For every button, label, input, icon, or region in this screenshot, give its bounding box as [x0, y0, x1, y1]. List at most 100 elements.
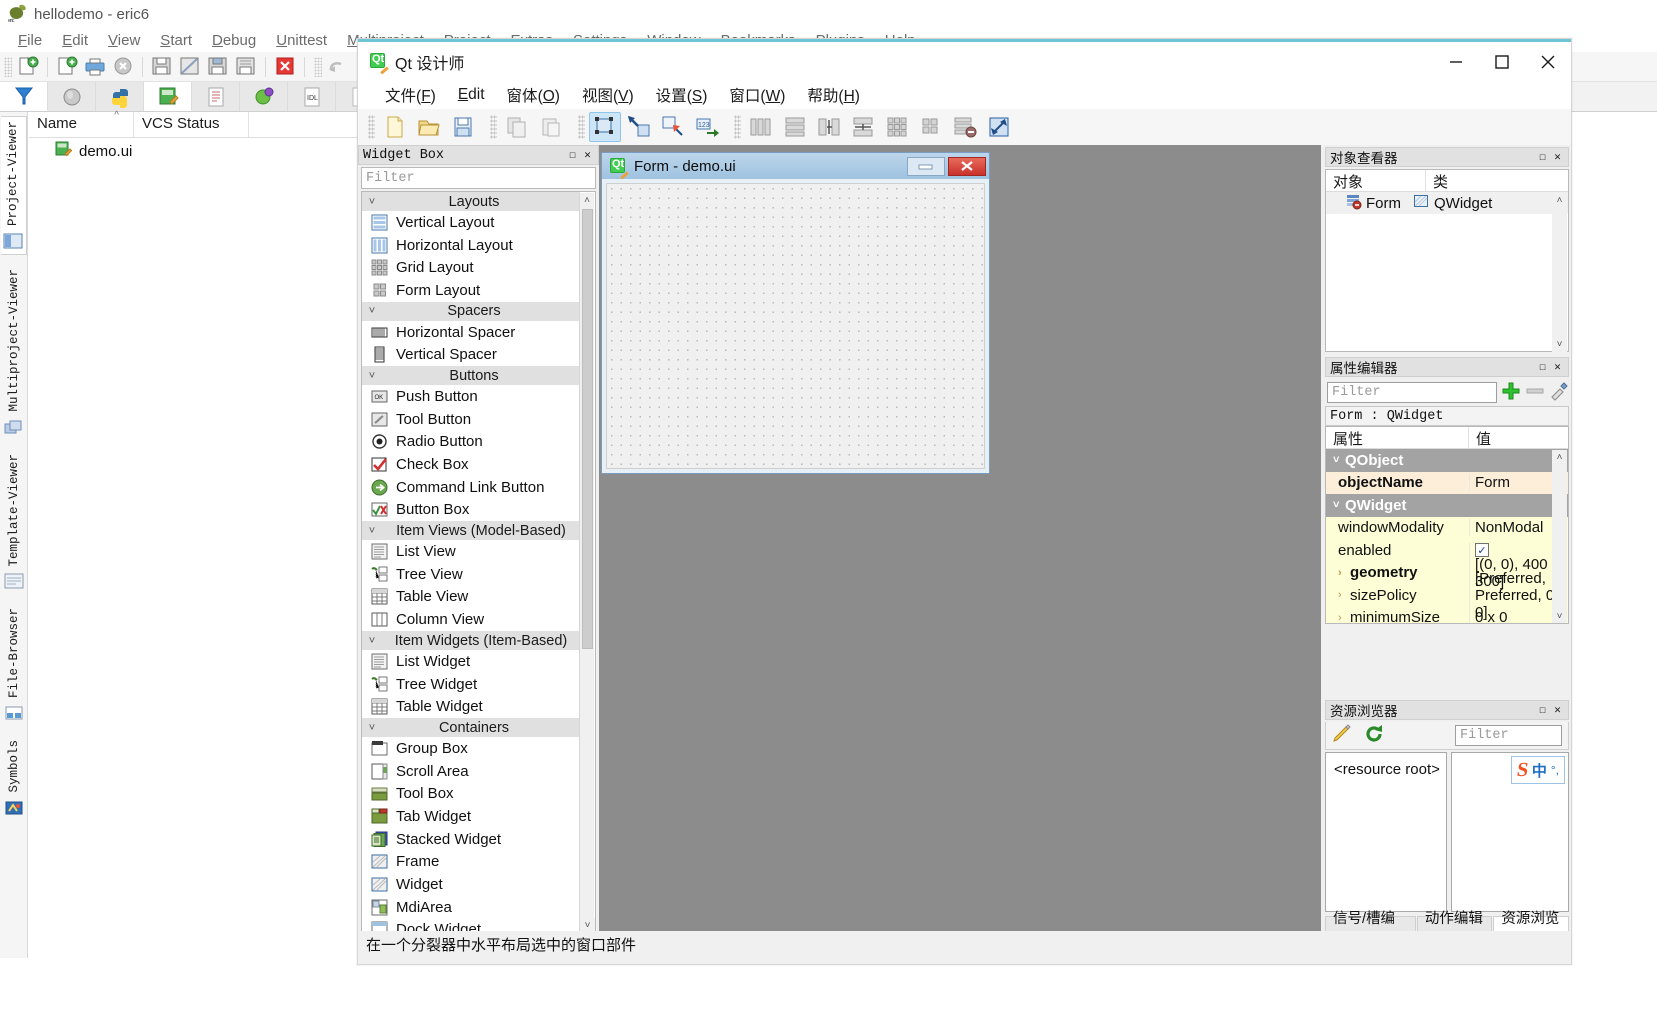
qt-designer-toolbar[interactable]: 123	[358, 109, 1571, 145]
column-header-value[interactable]: 值	[1469, 427, 1498, 448]
property-editor-table[interactable]: 属性 值 ˅QObject objectName Form ˅QWidget	[1325, 426, 1569, 624]
tab-idl-icon[interactable]: IDL	[288, 82, 336, 111]
widget-item-mdi-area[interactable]: MdiArea	[362, 896, 580, 919]
property-group-qobject[interactable]: ˅ QObject	[1326, 449, 1568, 472]
widget-group-layouts[interactable]: ˅ Layouts	[362, 192, 580, 211]
float-button[interactable]: ☐	[1536, 151, 1549, 164]
save-all-icon[interactable]	[205, 55, 231, 79]
tab-text-icon[interactable]	[192, 82, 240, 111]
layout-horizontally-icon[interactable]	[745, 112, 777, 142]
edit-buddies-icon[interactable]	[657, 112, 689, 142]
widget-item-radio-button[interactable]: Radio Button	[362, 431, 580, 454]
widget-item-button-box[interactable]: Button Box	[362, 499, 580, 522]
object-inspector-tree[interactable]: 对象 类 Form QWidget ˄ ˅	[1325, 169, 1569, 352]
close-icon[interactable]	[110, 55, 136, 79]
widget-item-frame[interactable]: Frame	[362, 851, 580, 874]
menu-file[interactable]: File	[8, 32, 52, 49]
widget-item-list-widget[interactable]: List Widget	[362, 650, 580, 673]
adjust-size-icon[interactable]	[983, 112, 1015, 142]
scroll-up-arrow-icon[interactable]: ˄	[580, 193, 594, 208]
widget-item-tab-widget[interactable]: Tab Widget	[362, 805, 580, 828]
object-inspector-scrollbar[interactable]: ˄ ˅	[1552, 193, 1567, 352]
form-minimize-button[interactable]	[907, 156, 945, 176]
widget-item-scroll-area[interactable]: Scroll Area	[362, 760, 580, 783]
layout-grid-icon[interactable]	[881, 112, 913, 142]
toolbar-grip[interactable]	[4, 56, 12, 77]
edit-resources-icon[interactable]	[1332, 723, 1352, 748]
menu-unittest[interactable]: Unittest	[266, 32, 337, 49]
tab-forms-icon[interactable]	[144, 82, 192, 111]
sidebar-item-template-viewer[interactable]: Template-Viewer	[0, 449, 27, 595]
widget-item-group-box[interactable]: Group Box	[362, 737, 580, 760]
ime-punctuation-label[interactable]: °,	[1551, 763, 1559, 777]
scroll-up-arrow-icon[interactable]: ˄	[1552, 193, 1567, 208]
qt-menu-settings[interactable]: 设置(S)	[645, 82, 719, 108]
widget-item-vertical-layout[interactable]: Vertical Layout	[362, 211, 580, 234]
qt-menu-file[interactable]: 文件(F)	[374, 82, 447, 108]
property-row-sizepolicy[interactable]: › sizePolicy [Preferred, Preferred, 0, 0]	[1326, 569, 1568, 621]
widget-group-buttons[interactable]: ˅ Buttons	[362, 366, 580, 386]
mdi-workspace[interactable]: Qt Form - demo.ui	[599, 145, 1321, 957]
widget-item-tree-view[interactable]: Tree View	[362, 563, 580, 586]
qt-menu-help[interactable]: 帮助(H)	[796, 82, 871, 108]
minimize-button[interactable]	[1433, 42, 1479, 82]
save-as-icon[interactable]	[177, 55, 203, 79]
delete-icon[interactable]	[272, 55, 298, 79]
widget-item-check-box[interactable]: Check Box	[362, 453, 580, 476]
sidebar-item-multiproject-viewer[interactable]: Multiproject-Viewer	[0, 265, 27, 440]
widget-item-list-view[interactable]: List View	[362, 540, 580, 563]
close-button[interactable]: ✕	[1551, 151, 1564, 164]
print-icon[interactable]	[82, 55, 108, 79]
object-inspector-header[interactable]: 对象 类	[1326, 170, 1568, 192]
widget-item-horizontal-spacer[interactable]: Horizontal Spacer	[362, 321, 580, 344]
new-project-icon[interactable]	[15, 55, 41, 79]
widget-item-push-button[interactable]: OK Push Button	[362, 385, 580, 408]
form-close-button[interactable]	[948, 156, 986, 176]
widget-group-spacers[interactable]: ˅ Spacers	[362, 301, 580, 321]
reload-icon[interactable]	[1364, 724, 1384, 748]
close-button[interactable]: ✕	[1551, 704, 1564, 717]
chevron-right-icon[interactable]: ›	[1338, 612, 1347, 623]
maximize-button[interactable]	[1479, 42, 1525, 82]
eric6-left-dock-tabbar[interactable]: Project-Viewer Multiproject-Viewer Templ…	[0, 112, 28, 958]
column-header-property[interactable]: 属性	[1326, 427, 1469, 448]
chevron-right-icon[interactable]: ›	[1338, 567, 1347, 579]
widget-item-tool-button[interactable]: Tool Button	[362, 408, 580, 431]
close-button[interactable]: ✕	[581, 149, 594, 162]
resource-preview-panel[interactable]: S 中 °,	[1451, 752, 1569, 912]
qt-designer-titlebar[interactable]: Qt Qt 设计师	[358, 42, 1571, 81]
column-header-vcs-status[interactable]: VCS Status	[134, 112, 249, 137]
widget-item-vertical-spacer[interactable]: Vertical Spacer	[362, 343, 580, 366]
qt-menu-window[interactable]: 窗口(W)	[718, 82, 796, 108]
configure-icon[interactable]	[1549, 381, 1569, 405]
new-file-icon[interactable]	[54, 55, 80, 79]
property-row-minimumsize[interactable]: › minimumSize 0 x 0	[1326, 606, 1568, 623]
scroll-down-arrow-icon[interactable]: ˅	[1552, 609, 1567, 623]
property-filter-input[interactable]: Filter	[1327, 382, 1497, 403]
widget-item-table-view[interactable]: Table View	[362, 586, 580, 609]
widget-item-command-link-button[interactable]: Command Link Button	[362, 476, 580, 499]
layout-vertically-icon[interactable]	[779, 112, 811, 142]
tab-globe-icon[interactable]	[48, 82, 96, 111]
paste-icon[interactable]	[535, 112, 567, 142]
menu-view[interactable]: View	[98, 32, 150, 49]
qt-menu-edit[interactable]: Edit	[447, 84, 496, 106]
save-icon[interactable]	[149, 55, 175, 79]
widget-box-scrollbar[interactable]: ˄ ˅	[579, 193, 595, 932]
chevron-right-icon[interactable]: ›	[1338, 589, 1347, 601]
form-window-titlebar[interactable]: Qt Form - demo.ui	[602, 153, 989, 180]
close-button[interactable]	[1525, 42, 1571, 82]
form-editor-window[interactable]: Qt Form - demo.ui	[601, 152, 990, 474]
widget-item-tree-widget[interactable]: Tree Widget	[362, 673, 580, 696]
sidebar-item-file-browser[interactable]: File-Browser	[0, 604, 27, 727]
form-canvas[interactable]	[606, 183, 985, 469]
widget-item-form-layout[interactable]: Form Layout	[362, 279, 580, 302]
menu-edit[interactable]: Edit	[52, 32, 98, 49]
float-button[interactable]: ☐	[566, 149, 579, 162]
scroll-up-arrow-icon[interactable]: ˄	[1552, 450, 1567, 465]
sidebar-item-symbols[interactable]: Symbols	[0, 736, 27, 821]
layout-splitter-horizontal-icon[interactable]	[813, 112, 845, 142]
remove-property-icon[interactable]	[1525, 381, 1545, 405]
chevron-down-icon[interactable]: ˅	[1333, 499, 1342, 511]
property-row-windowmodality[interactable]: windowModality NonModal	[1326, 516, 1568, 539]
